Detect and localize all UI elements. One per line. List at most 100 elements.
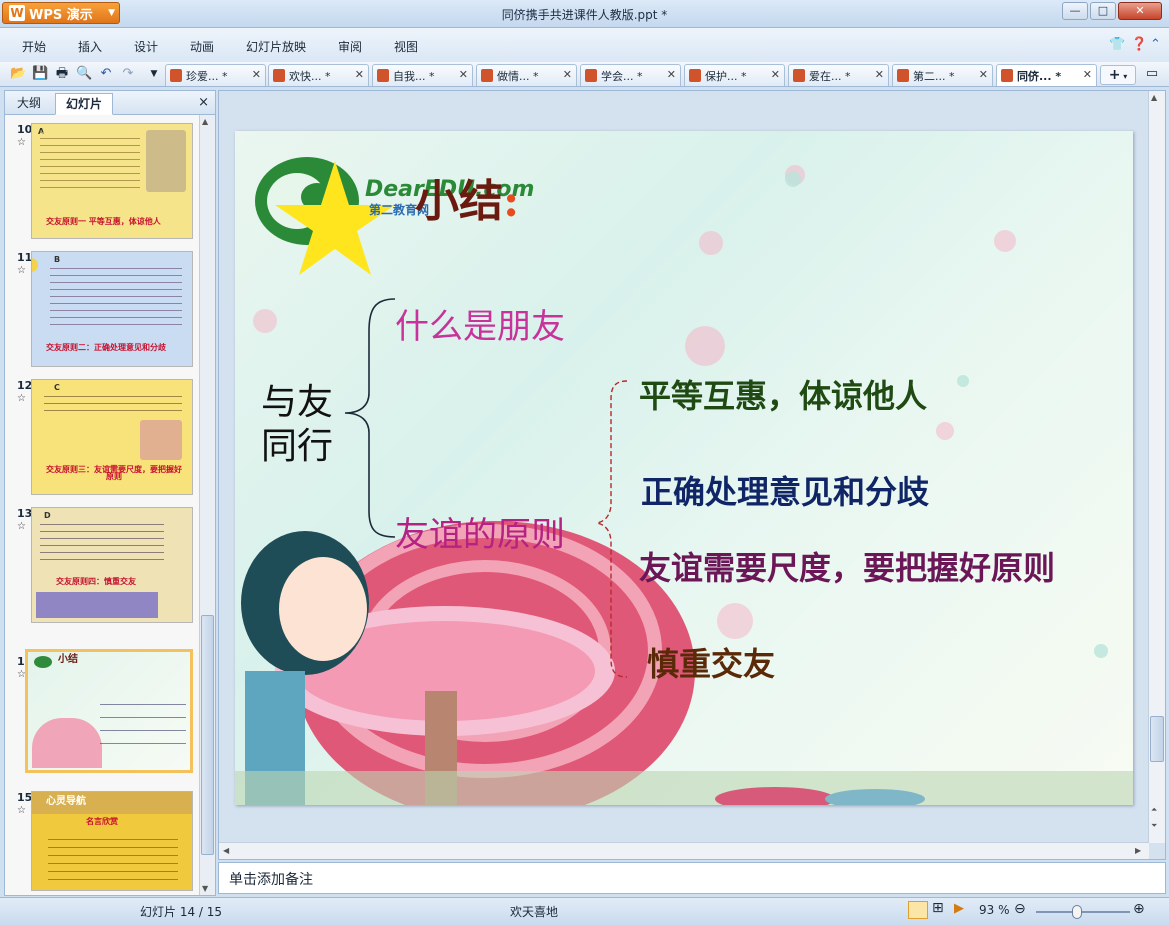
slides-pane-scrollbar[interactable]: ▲ ▼ [199, 115, 215, 895]
close-icon[interactable]: ✕ [979, 68, 988, 81]
notes-input[interactable]: 单击添加备注 [218, 862, 1166, 894]
animation-star-icon: ☆ [17, 521, 26, 532]
doc-tab-4[interactable]: 做情... * ✕ [476, 64, 577, 86]
save-icon[interactable]: 💾 [32, 66, 48, 82]
open-folder-icon[interactable]: 📂 [10, 66, 26, 82]
close-icon[interactable]: ✕ [355, 68, 364, 81]
menu-insert[interactable]: 插入 [78, 38, 102, 55]
principle-4[interactable]: 慎重交友 [647, 639, 775, 685]
doc-tab-1[interactable]: 珍爱... * ✕ [165, 64, 266, 86]
scroll-up-icon[interactable]: ▲ [202, 117, 208, 126]
branch-what-is-friend[interactable]: 什么是朋友 [395, 299, 565, 348]
scrollbar-thumb[interactable] [1150, 716, 1164, 762]
menu-design[interactable]: 设计 [134, 38, 158, 55]
doc-tab-5[interactable]: 学会... * ✕ [580, 64, 681, 86]
collapse-ribbon-icon[interactable]: ⌃ [1150, 37, 1161, 52]
window-title: 同侪携手共进课件人教版.ppt * [501, 8, 668, 22]
editor-horizontal-scrollbar[interactable]: ◀ ▶ [219, 842, 1149, 859]
principle-2[interactable]: 正确处理意见和分歧 [641, 467, 929, 513]
toolbar-dropdown-icon[interactable]: ▼ [146, 66, 162, 82]
close-icon[interactable]: ✕ [1083, 68, 1092, 81]
doc-tab-2[interactable]: 欢快... * ✕ [268, 64, 369, 86]
title-colon: : [503, 176, 520, 227]
scroll-right-icon[interactable]: ▶ [1135, 846, 1141, 855]
principle-3[interactable]: 友谊需要尺度，要把握好原则 [639, 543, 1055, 589]
slide-thumbnail[interactable]: B 交友原则二：正确处理意见和分歧 [31, 251, 193, 367]
close-icon[interactable]: ✕ [667, 68, 676, 81]
smiley-icon [32, 258, 38, 272]
slide-thumbnail-selected[interactable]: 小结 [25, 649, 193, 773]
slide-thumbnail[interactable]: C 交友原则三：友谊需要尺度，要把握好原则 [31, 379, 193, 495]
menu-slideshow[interactable]: 幻灯片放映 [246, 38, 306, 55]
slide-sorter-view-icon[interactable]: ⊞ [932, 900, 944, 916]
minimize-button[interactable]: — [1062, 2, 1088, 20]
branch-friendship-principles[interactable]: 友谊的原则 [395, 507, 565, 556]
title-bar: W WPS 演示 ▼ 同侪携手共进课件人教版.ppt * — □ ✕ [0, 0, 1169, 28]
scrollbar-thumb[interactable] [201, 615, 214, 855]
slide-canvas[interactable]: DearEDU.com 第二教育网 小结: 与友 同行 什么是朋友 友谊的原则 … [235, 131, 1133, 805]
doc-tab-7[interactable]: 爱在... * ✕ [788, 64, 889, 86]
new-tab-button[interactable]: + ▾ [1100, 65, 1136, 85]
close-button[interactable]: ✕ [1118, 2, 1162, 20]
slide-counter: 幻灯片 14 / 15 [140, 905, 223, 919]
ppt-file-icon [689, 69, 701, 82]
previous-slide-icon[interactable]: ⏶ [1151, 805, 1157, 815]
zoom-in-icon[interactable]: ⊕ [1133, 901, 1145, 917]
ppt-file-icon [273, 69, 285, 82]
thumb-logo [34, 656, 52, 668]
tab-list-icon[interactable]: ▭ [1144, 66, 1160, 82]
menu-review[interactable]: 审阅 [338, 38, 362, 55]
pane-tabs: 大纲 幻灯片 × [5, 91, 215, 115]
animation-star-icon: ☆ [17, 137, 26, 148]
normal-view-icon[interactable] [908, 901, 928, 919]
slide-thumbnail[interactable]: D 交友原则四：慎重交友 [31, 507, 193, 623]
close-icon[interactable]: ✕ [563, 68, 572, 81]
wps-app-menu-button[interactable]: W WPS 演示 ▼ [2, 2, 120, 24]
close-icon[interactable]: ✕ [771, 68, 780, 81]
thumb-text-block [44, 390, 182, 416]
close-icon[interactable]: ✕ [459, 68, 468, 81]
principle-1[interactable]: 平等互惠，体谅他人 [639, 371, 927, 417]
thumb-caption: 交友原则三：友谊需要尺度，要把握好原则 [46, 465, 182, 481]
ppt-file-icon [170, 69, 182, 82]
close-pane-icon[interactable]: × [198, 95, 209, 110]
print-icon[interactable]: 🖶 [54, 66, 70, 82]
menu-view[interactable]: 视图 [394, 38, 418, 55]
doc-tab-9-active[interactable]: 同侪... * ✕ [996, 64, 1097, 86]
scroll-up-icon[interactable]: ▲ [1151, 93, 1157, 102]
maximize-button[interactable]: □ [1090, 2, 1116, 20]
skin-icon[interactable]: 👕 [1109, 37, 1125, 52]
tab-slides[interactable]: 幻灯片 [55, 93, 114, 115]
ppt-file-icon [793, 69, 805, 82]
slide-thumbnail[interactable]: A 交友原则一 平等互惠，体谅他人 [31, 123, 193, 239]
scroll-down-icon[interactable]: ▼ [202, 884, 208, 893]
slide-title[interactable]: 小结: [415, 165, 519, 229]
doc-tab-6[interactable]: 保护... * ✕ [684, 64, 785, 86]
zoom-level[interactable]: 93 % [979, 903, 1010, 917]
next-slide-icon[interactable]: ⏷ [1151, 821, 1157, 831]
thumb-text-block [40, 132, 140, 192]
zoom-out-icon[interactable]: ⊖ [1014, 901, 1026, 917]
topic-text[interactable]: 与友 同行 [261, 381, 333, 469]
print-preview-icon[interactable]: 🔍 [76, 66, 92, 82]
slide-editor: DearEDU.com 第二教育网 小结: 与友 同行 什么是朋友 友谊的原则 … [218, 90, 1166, 860]
menu-home[interactable]: 开始 [22, 38, 46, 55]
undo-icon[interactable]: ↶ [98, 66, 114, 82]
menu-animation[interactable]: 动画 [190, 38, 214, 55]
editor-vertical-scrollbar[interactable]: ▲ ⏶ ⏷ [1148, 91, 1165, 843]
ppt-file-icon [585, 69, 597, 82]
zoom-slider-track[interactable] [1036, 911, 1130, 913]
doc-tab-8[interactable]: 第二... * ✕ [892, 64, 993, 86]
doc-tab-label: 同侪... * [1017, 69, 1062, 83]
zoom-slider-thumb[interactable] [1072, 905, 1082, 919]
tab-outline[interactable]: 大纲 [7, 93, 51, 115]
help-icon[interactable]: ❓ [1131, 37, 1147, 52]
doc-tab-3[interactable]: 自我... * ✕ [372, 64, 473, 86]
doc-tab-label: 保护... * [705, 69, 747, 83]
scroll-left-icon[interactable]: ◀ [223, 846, 229, 855]
redo-icon[interactable]: ↷ [120, 66, 136, 82]
slide-thumbnail[interactable]: 心灵导航 名言欣赏 [31, 791, 193, 891]
close-icon[interactable]: ✕ [875, 68, 884, 81]
close-icon[interactable]: ✕ [252, 68, 261, 81]
slideshow-view-icon[interactable]: ▶ [954, 901, 964, 916]
